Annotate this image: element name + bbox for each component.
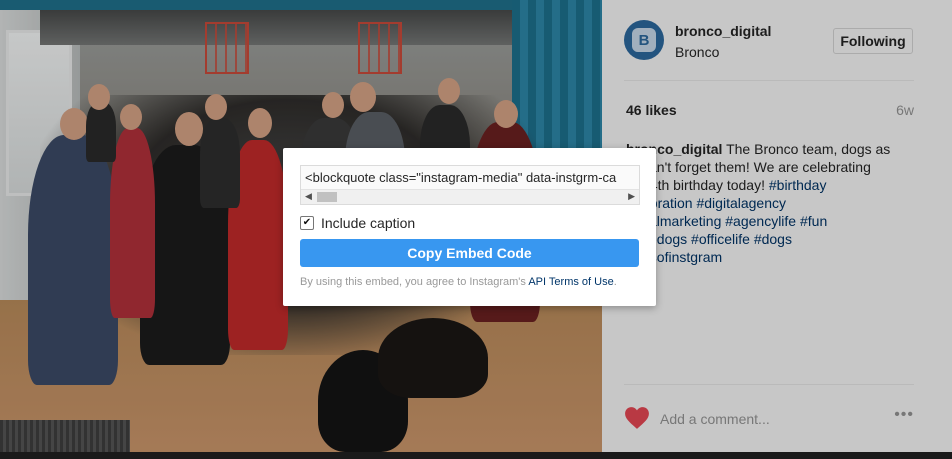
include-caption-row[interactable]: ✔ Include caption bbox=[300, 215, 415, 231]
terms-notice: By using this embed, you agree to Instag… bbox=[300, 276, 617, 288]
embed-code-field[interactable]: <blockquote class="instagram-media" data… bbox=[300, 165, 640, 205]
include-caption-checkbox[interactable]: ✔ bbox=[300, 216, 314, 230]
embed-code-text[interactable]: <blockquote class="instagram-media" data… bbox=[305, 170, 616, 185]
include-caption-label[interactable]: Include caption bbox=[321, 215, 415, 231]
terms-suffix: . bbox=[613, 276, 617, 288]
copy-embed-code-button[interactable]: Copy Embed Code bbox=[300, 239, 639, 267]
api-terms-link[interactable]: API Terms of Use bbox=[528, 276, 613, 288]
horizontal-scrollbar[interactable]: ◀ ▶ bbox=[301, 189, 639, 204]
embed-dialog: <blockquote class="instagram-media" data… bbox=[283, 148, 656, 306]
terms-prefix: By using this embed, you agree to Instag… bbox=[300, 276, 529, 288]
scrollbar-thumb[interactable] bbox=[317, 192, 337, 202]
scroll-right-arrow-icon[interactable]: ▶ bbox=[628, 191, 635, 202]
scroll-left-arrow-icon[interactable]: ◀ bbox=[305, 191, 312, 202]
